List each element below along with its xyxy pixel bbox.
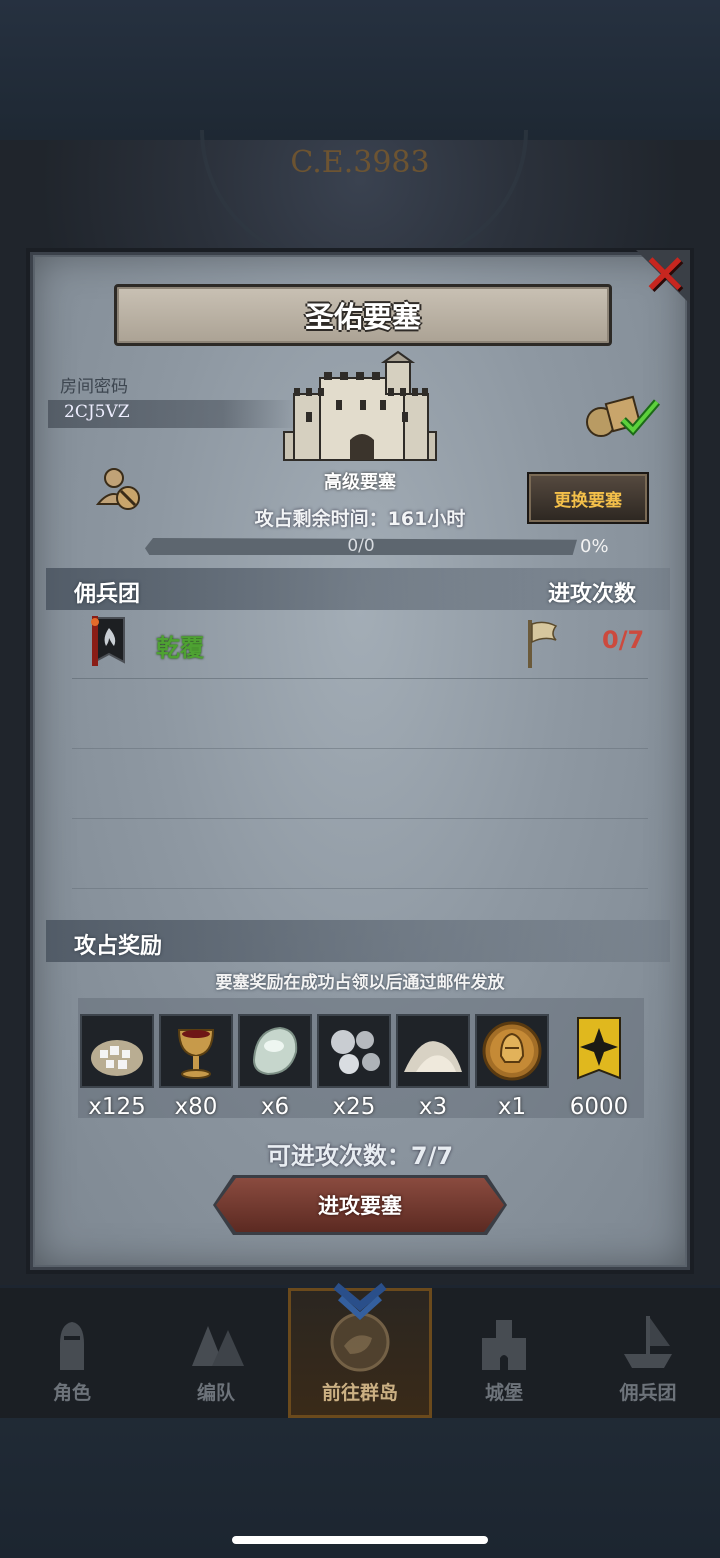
- reward-note: 要塞奖励在成功占领以后通过邮件发放: [215, 973, 505, 993]
- fortress-icon: [283, 350, 437, 461]
- reward-header: 攻占奖励: [74, 934, 163, 959]
- reward-item[interactable]: x3: [396, 1014, 470, 1120]
- attack-fortress-label: 进攻要塞: [318, 1194, 402, 1218]
- nav-label: 佣兵团: [619, 1382, 677, 1404]
- reward-qty: x6: [260, 1094, 290, 1120]
- powder-pile-icon: [396, 1014, 470, 1088]
- reward-qty: x3: [418, 1094, 448, 1120]
- moonstone-icon: [238, 1014, 312, 1088]
- status-bar-area: [0, 0, 720, 140]
- legion-row[interactable]: 乾覆 0/7: [72, 612, 648, 679]
- chevron-down-icon: [333, 1282, 387, 1321]
- capture-progress-text: 0/0: [347, 536, 375, 556]
- reward-item[interactable]: x25: [317, 1014, 391, 1120]
- reward-item[interactable]: x125: [80, 1014, 154, 1120]
- change-fortress-button[interactable]: 更换要塞: [529, 474, 647, 522]
- remaining-attacks: 可进攻次数：7/7: [266, 1142, 454, 1170]
- nav-label: 前往群岛: [321, 1382, 398, 1404]
- nav-label: 城堡: [484, 1382, 523, 1404]
- castle-icon: [482, 1320, 526, 1370]
- reward-qty: x25: [332, 1094, 376, 1120]
- capture-progress-percent: 0%: [580, 536, 609, 557]
- change-fortress-label: 更换要塞: [554, 490, 622, 511]
- goblet-icon: [159, 1014, 233, 1088]
- nav-item-castle[interactable]: 城堡: [432, 1288, 576, 1418]
- no-player-icon: [96, 468, 140, 510]
- nav-label: 编队: [196, 1382, 235, 1404]
- era-text: C.E.3983: [290, 145, 430, 180]
- reward-item[interactable]: x6: [238, 1014, 312, 1120]
- reward-qty: x125: [88, 1094, 146, 1120]
- reward-item[interactable]: x80: [159, 1014, 233, 1120]
- knight-helmet-coin-icon: [475, 1014, 549, 1088]
- attack-count-header: 进攻次数: [548, 582, 637, 607]
- legion-name: 乾覆: [156, 634, 204, 662]
- dialog-title: 圣佑要塞: [304, 300, 421, 334]
- capture-time-remaining: 攻占剩余时间：161小时: [254, 508, 466, 530]
- nav-item-character[interactable]: 角色: [0, 1288, 144, 1418]
- legion-header: 佣兵团: [74, 582, 141, 607]
- close-icon[interactable]: ✕: [640, 248, 690, 304]
- empty-row-divider: [72, 888, 648, 889]
- reward-item[interactable]: x1: [475, 1014, 549, 1120]
- reward-qty: x1: [497, 1094, 527, 1120]
- salt-sack-icon: [80, 1014, 154, 1088]
- home-indicator[interactable]: [232, 1536, 488, 1544]
- reward-item[interactable]: 6000: [562, 1014, 636, 1120]
- legion-attack-count: 0/7: [602, 626, 645, 654]
- reward-qty: 6000: [569, 1094, 629, 1120]
- fortress-level: 高级要塞: [324, 472, 396, 493]
- room-password-label: 房间密码: [60, 377, 128, 397]
- nav-label: 角色: [52, 1382, 91, 1404]
- attack-fortress-button[interactable]: 进攻要塞: [216, 1178, 504, 1232]
- supply-bag-icon[interactable]: [585, 394, 663, 438]
- mercenary-ship-icon: [624, 1316, 672, 1368]
- empty-row-divider: [72, 818, 648, 819]
- legion-banner-icon: [91, 616, 125, 666]
- nav-item-formation[interactable]: 编队: [144, 1288, 288, 1418]
- knight-icon: [60, 1322, 84, 1370]
- empty-row-divider: [72, 748, 648, 749]
- silver-ore-icon: [317, 1014, 391, 1088]
- formation-icon: [192, 1326, 244, 1366]
- room-password-value[interactable]: 2CJ5VZ: [64, 402, 130, 422]
- dialog-title-plate: 圣佑要塞: [114, 284, 612, 346]
- guild-banner-icon: [577, 1017, 621, 1080]
- nav-item-mercenary[interactable]: 佣兵团: [576, 1288, 720, 1418]
- attack-flag-icon: [528, 620, 558, 668]
- reward-qty: x80: [174, 1094, 218, 1120]
